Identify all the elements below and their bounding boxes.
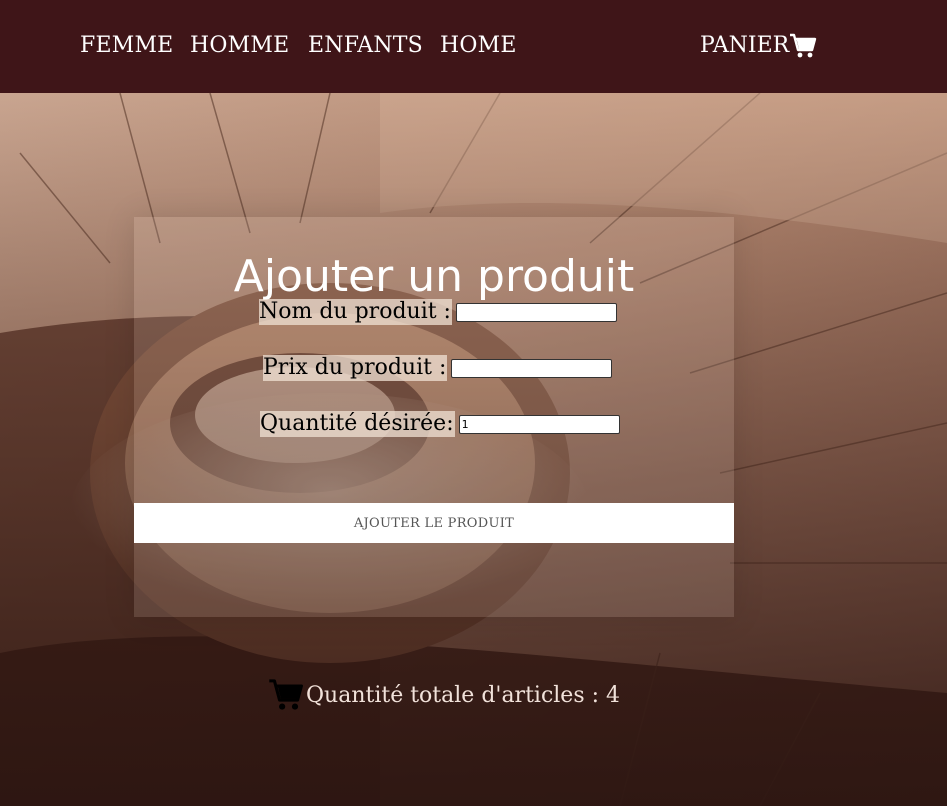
top-navbar: FEMME HOMME ENFANTS HOME PANIER (0, 0, 947, 93)
quantity-row: Quantité désirée: (260, 411, 620, 437)
product-price-label: Prix du produit : (263, 355, 448, 381)
nav-homme-link[interactable]: HOMME (190, 31, 289, 61)
total-quantity-text: Quantité totale d'articles : 4 (306, 682, 621, 708)
product-name-row: Nom du produit : (259, 299, 617, 325)
nav-home-link[interactable]: HOME (440, 31, 517, 61)
quantity-label: Quantité désirée: (260, 411, 455, 437)
nav-enfants-link[interactable]: ENFANTS (308, 31, 423, 61)
product-name-label: Nom du produit : (259, 299, 452, 325)
nav-cart-link[interactable]: PANIER (700, 31, 817, 61)
add-product-button[interactable]: AJOUTER LE PRODUIT (134, 503, 734, 543)
product-name-input[interactable] (455, 302, 617, 322)
product-price-row: Prix du produit : (263, 355, 613, 381)
page-title: Ajouter un produit (233, 251, 635, 303)
cart-icon (269, 679, 303, 710)
quantity-input[interactable] (458, 414, 620, 434)
product-price-input[interactable] (451, 358, 613, 378)
cart-label: PANIER (700, 33, 790, 58)
nav-femme-link[interactable]: FEMME (80, 31, 173, 61)
cart-icon (790, 33, 817, 58)
cart-total: Quantité totale d'articles : 4 (268, 677, 620, 713)
